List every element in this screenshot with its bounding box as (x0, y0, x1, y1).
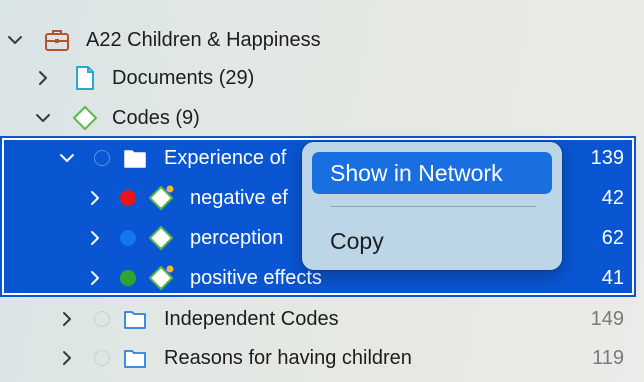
tree-row-project[interactable]: A22 Children & Happiness (0, 20, 644, 60)
menu-item-label: Show in Network (330, 160, 503, 186)
color-dot-red (120, 190, 136, 206)
tree-row-documents[interactable]: Documents (29) (0, 58, 644, 98)
code-with-memo-icon (148, 265, 174, 291)
menu-separator (330, 206, 536, 207)
codes-label: Codes (9) (112, 107, 200, 129)
code-group-label: Reasons for having children (164, 347, 412, 369)
code-group-label: Experience of (164, 147, 287, 169)
code-icon (148, 225, 174, 251)
tree-row-codes[interactable]: Codes (9) (0, 98, 644, 138)
chevron-right-icon[interactable] (58, 349, 76, 367)
chevron-down-icon[interactable] (58, 149, 76, 167)
folder-icon (122, 345, 148, 371)
chevron-right-icon[interactable] (86, 229, 104, 247)
documents-label: Documents (29) (112, 67, 255, 89)
color-dot-green (120, 270, 136, 286)
chevron-right-icon[interactable] (86, 269, 104, 287)
code-group-count: 149 (590, 308, 624, 330)
code-count: 41 (601, 267, 624, 289)
color-dot-empty (94, 350, 110, 366)
chevron-down-icon[interactable] (34, 109, 52, 127)
code-label: negative ef (190, 187, 288, 209)
code-diamond-icon (72, 105, 98, 131)
chevron-down-icon[interactable] (6, 31, 24, 49)
folder-icon (122, 306, 148, 332)
code-label: positive effects (190, 267, 322, 289)
menu-item-label: Copy (330, 228, 384, 254)
tree-row-code-group[interactable]: Reasons for having children 119 (0, 338, 644, 378)
code-group-count: 119 (592, 347, 624, 369)
menu-item-show-in-network[interactable]: Show in Network (312, 152, 552, 194)
document-icon (72, 65, 98, 91)
briefcase-icon (44, 27, 70, 53)
tree-row-code-group[interactable]: Independent Codes 149 (0, 299, 644, 339)
chevron-right-icon[interactable] (58, 310, 76, 328)
color-dot-empty (94, 311, 110, 327)
code-label: perception (190, 227, 284, 249)
project-label: A22 Children & Happiness (86, 29, 321, 51)
color-dot-empty (94, 150, 110, 166)
context-menu: Show in Network Copy (302, 142, 562, 270)
code-group-label: Independent Codes (164, 308, 339, 330)
folder-icon (122, 145, 148, 171)
menu-item-copy[interactable]: Copy (312, 220, 552, 262)
code-count: 62 (601, 227, 624, 249)
code-with-memo-icon (148, 185, 174, 211)
chevron-right-icon[interactable] (86, 189, 104, 207)
color-dot-blue (120, 230, 136, 246)
code-count: 42 (601, 187, 624, 209)
code-group-count: 139 (590, 147, 624, 169)
chevron-right-icon[interactable] (34, 69, 52, 87)
